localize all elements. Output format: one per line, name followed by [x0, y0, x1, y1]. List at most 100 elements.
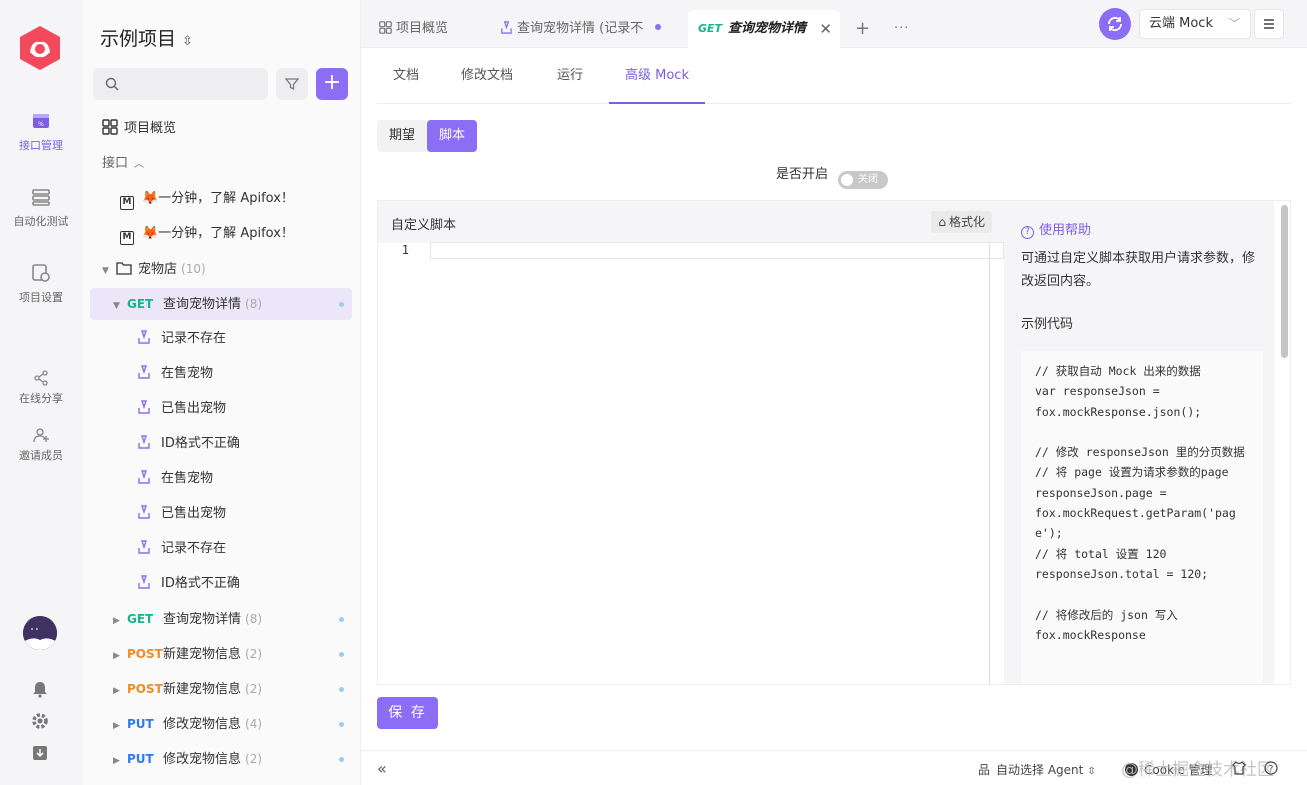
api-item[interactable]: ▶ PUT 修改宠物信息 (4)	[90, 708, 352, 740]
sidebar-item-label: 项目概览	[124, 121, 177, 136]
script-panel: 自定义脚本 ⌂ 格式化 1 ? 使用帮助 可通过自定义脚本获取用户请求参数，修改返回…	[377, 200, 1291, 685]
folder-item-petstore[interactable]: ▼ 宠物店 (10)	[102, 253, 364, 285]
gear-icon[interactable]	[31, 712, 49, 730]
case-icon	[138, 435, 150, 449]
case-item[interactable]: 已售出宠物	[137, 498, 399, 530]
environment-select[interactable]: 云端 Mock ﹀	[1139, 9, 1251, 39]
environment-label: 云端 Mock	[1149, 16, 1213, 31]
help-title: 使用帮助	[1039, 223, 1092, 238]
rail-item-automation-test[interactable]: 自动化测试	[0, 187, 82, 229]
tab-doc[interactable]: 文档	[393, 48, 419, 104]
case-icon	[138, 575, 150, 589]
caret-right-icon: ▶	[113, 651, 120, 661]
rail-label: 自动化测试	[13, 215, 69, 228]
grid-icon	[102, 119, 118, 135]
search-input[interactable]	[93, 68, 268, 100]
tab-advanced-mock[interactable]: 高级 Mock	[609, 48, 705, 104]
app-rail: % 接口管理 自动化测试 项目设置 在线分享 邀请成员	[0, 0, 82, 785]
main-area: 项目概览 查询宠物详情 (记录不 GET 查询宠物详情 ✕ + ··· 云端 Moc…	[361, 0, 1307, 785]
updown-caret-icon: ⇳	[1087, 766, 1096, 777]
format-icon: ⌂	[938, 215, 946, 229]
case-item[interactable]: ID格式不正确	[137, 568, 399, 600]
case-label: 已售出宠物	[161, 401, 227, 416]
case-label: 已售出宠物	[161, 506, 227, 521]
more-tabs-icon[interactable]: ···	[894, 10, 909, 48]
api-item[interactable]: ▶ POST新建宠物信息 (2)	[90, 638, 352, 670]
status-bar: « 品自动选择 Agent ⇳ Cookie 管理 @稀土掘金技术社区 ?	[361, 750, 1307, 785]
filter-button[interactable]	[276, 68, 308, 100]
caret-right-icon: ▶	[113, 616, 120, 626]
format-label: 格式化	[948, 215, 985, 229]
avatar[interactable]	[23, 616, 57, 650]
api-name: 查询宠物详情	[163, 297, 242, 312]
case-icon	[138, 400, 150, 414]
case-item[interactable]: 已售出宠物	[137, 393, 399, 425]
api-item[interactable]: ▶ PUT 修改宠物信息 (2)	[90, 743, 352, 775]
case-item[interactable]: 在售宠物	[137, 358, 399, 390]
collapse-sidebar-icon[interactable]: «	[377, 759, 387, 778]
rail-label: 在线分享	[19, 392, 63, 405]
enable-toggle[interactable]: 关闭	[838, 171, 889, 189]
caret-right-icon: ▶	[113, 756, 120, 766]
tab-run[interactable]: 运行	[557, 48, 583, 104]
add-button[interactable]: +	[316, 68, 348, 100]
case-icon	[501, 21, 512, 34]
doc-item[interactable]: M 🦊一分钟，了解 Apifox！	[120, 218, 382, 250]
segment-expectation[interactable]: 期望	[377, 120, 427, 152]
rail-item-api-management[interactable]: % 接口管理	[0, 111, 82, 153]
case-label: 记录不存在	[161, 541, 227, 556]
api-item[interactable]: ▶ POST新建宠物信息 (2)	[90, 673, 352, 705]
doc-item[interactable]: M 🦊一分钟，了解 Apifox！	[120, 183, 382, 215]
format-button[interactable]: ⌂ 格式化	[931, 211, 992, 233]
menu-button[interactable]	[1254, 9, 1284, 39]
interface-group-header[interactable]: 接口 ︿	[102, 148, 364, 180]
method-badge: PUT	[127, 717, 154, 731]
unsaved-dot	[655, 24, 662, 30]
save-button[interactable]: 保 存	[377, 697, 438, 729]
tab-project-overview[interactable]: 项目概览	[379, 10, 448, 48]
new-tab-button[interactable]: +	[855, 10, 870, 48]
doc-label: 🦊一分钟，了解 Apifox！	[142, 191, 294, 206]
automation-test-icon	[32, 189, 50, 206]
scrollbar[interactable]	[1281, 205, 1288, 358]
rail-item-invite-member[interactable]: 邀请成员	[0, 427, 82, 463]
apifox-logo-icon	[20, 26, 60, 70]
rail-label: 项目设置	[19, 291, 63, 304]
status-dot	[339, 687, 344, 692]
chevron-down-icon: ﹀	[1229, 17, 1240, 30]
case-item[interactable]: 记录不存在	[137, 533, 399, 565]
rail-item-project-settings[interactable]: 项目设置	[0, 263, 82, 305]
case-item[interactable]: ID格式不正确	[137, 428, 399, 460]
api-item[interactable]: ▶ GET 查询宠物详情 (8)	[90, 603, 352, 635]
editor-ruler	[989, 243, 990, 684]
api-item-selected[interactable]: ▼ GET 查询宠物详情 (8)	[90, 288, 352, 320]
case-count: (2)	[245, 682, 263, 696]
code-editor[interactable]	[430, 242, 1004, 259]
case-icon	[138, 470, 150, 484]
sidebar-item-overview[interactable]: 项目概览	[102, 113, 364, 145]
tab-edit-doc[interactable]: 修改文档	[461, 48, 513, 104]
sync-button[interactable]	[1099, 8, 1131, 40]
help-icon[interactable]: ?	[1264, 761, 1278, 775]
case-item[interactable]: 记录不存在	[137, 323, 399, 355]
editor-title: 自定义脚本	[391, 218, 457, 233]
folder-count: (10)	[181, 262, 206, 276]
project-switcher[interactable]: 示例项目 ⇳	[100, 24, 193, 51]
rail-item-share[interactable]: 在线分享	[0, 370, 82, 406]
method-badge: PUT	[127, 752, 154, 766]
help-link[interactable]: ? 使用帮助	[1021, 219, 1091, 239]
api-name: 新建宠物信息	[163, 682, 242, 697]
refresh-icon	[1108, 16, 1122, 32]
help-description: 可通过自定义脚本获取用户请求参数，修改返回内容。	[1021, 251, 1256, 289]
case-item[interactable]: 在售宠物	[137, 463, 399, 495]
tab-get-pet-detail[interactable]: GET 查询宠物详情 ✕	[688, 10, 840, 48]
close-icon[interactable]: ✕	[819, 10, 832, 48]
notification-bell-icon[interactable]	[31, 680, 49, 698]
editor-header: 自定义脚本 ⌂ 格式化	[378, 201, 1004, 243]
shirt-icon[interactable]	[1232, 761, 1246, 775]
download-icon[interactable]	[31, 744, 49, 762]
method-badge: GET	[127, 297, 154, 311]
tab-case[interactable]: 查询宠物详情 (记录不	[500, 10, 662, 48]
segment-script[interactable]: 脚本	[427, 120, 478, 152]
agent-select[interactable]: 品自动选择 Agent ⇳	[978, 761, 1096, 778]
